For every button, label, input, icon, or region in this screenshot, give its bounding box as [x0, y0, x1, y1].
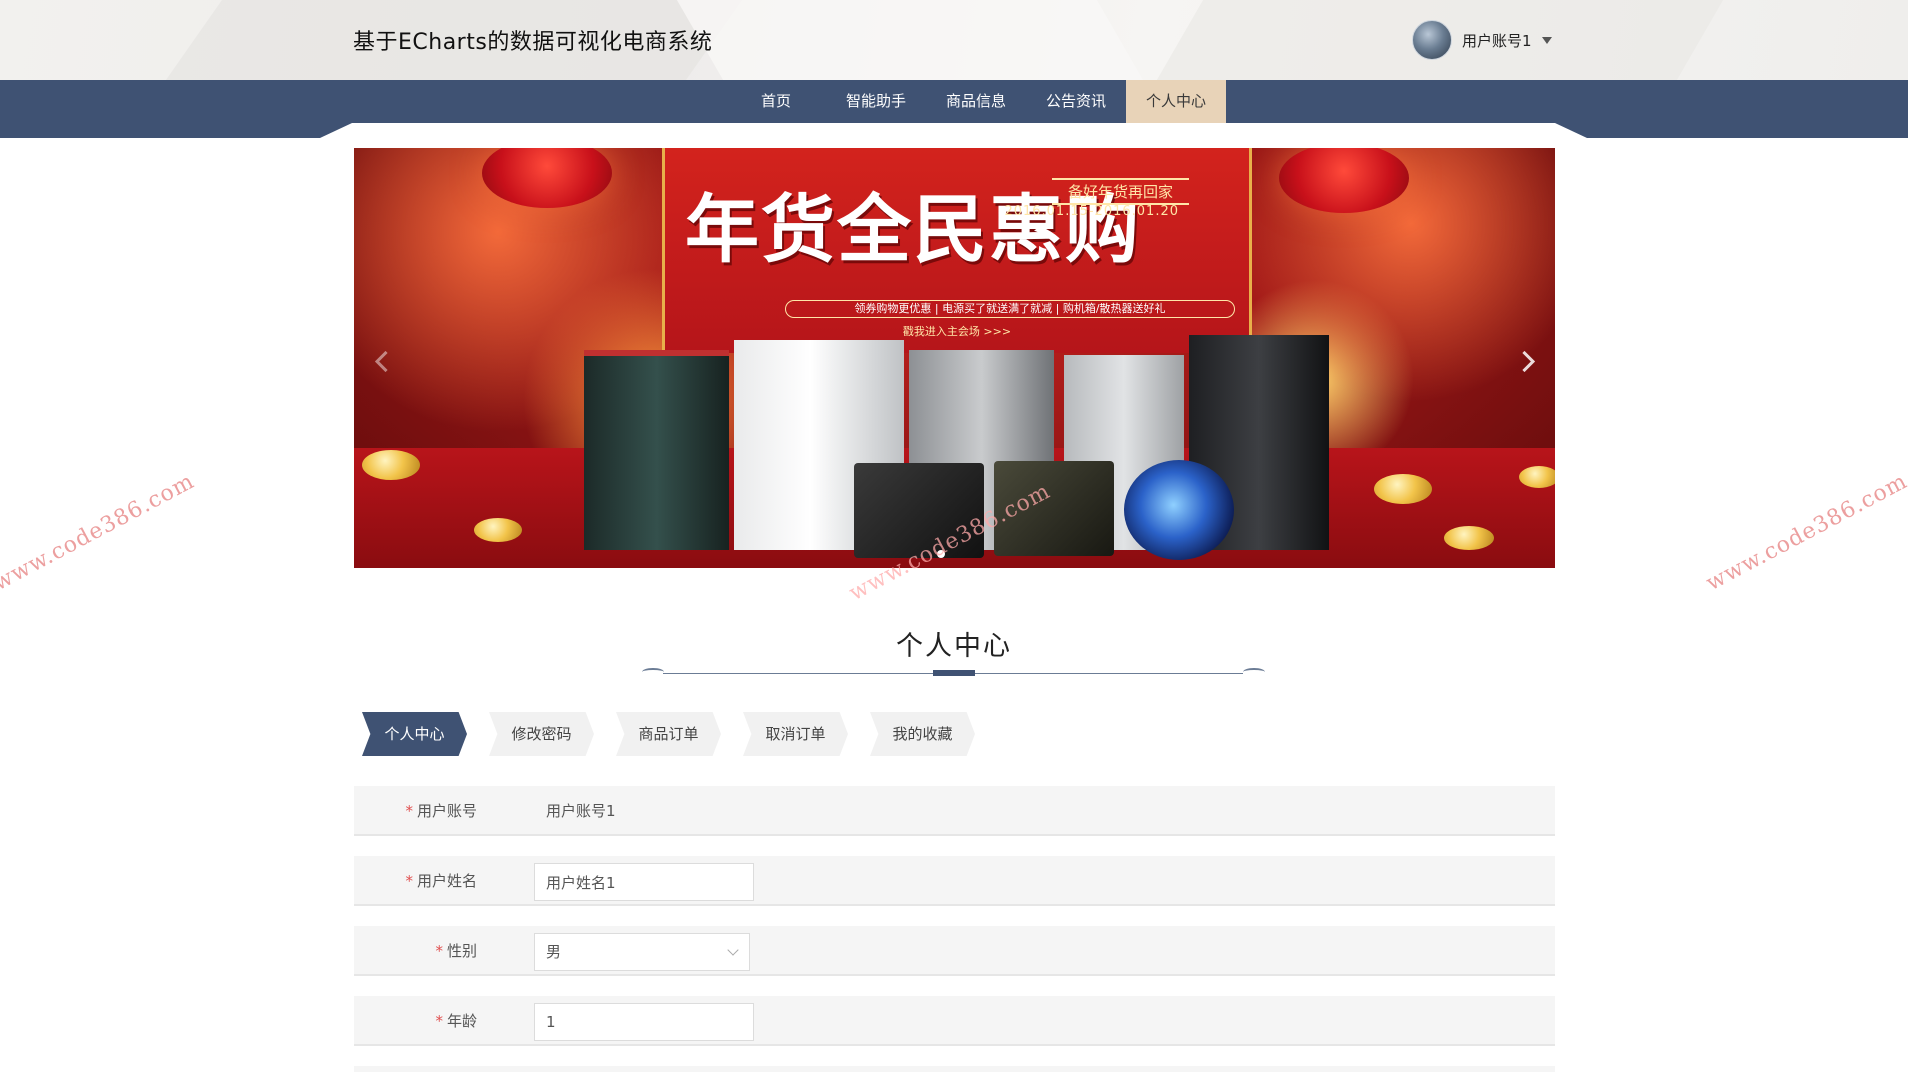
banner-carousel[interactable]: 年货全民惠购 备好年货再回家 2016.01.15-2016.01.20 领券购…: [354, 148, 1555, 568]
nav-item-home[interactable]: 首页: [726, 80, 826, 123]
tab-cancel-orders[interactable]: 取消订单: [743, 712, 848, 756]
form-row-name: * 用户姓名: [354, 856, 1555, 906]
header: 基于ECharts的数据可视化电商系统 用户账号1: [0, 0, 1908, 80]
carousel-prev-arrow-icon[interactable]: [368, 346, 398, 376]
title-divider-ornament: [1243, 668, 1265, 676]
banner-date: 2016.01.15-2016.01.20: [1004, 204, 1179, 219]
title-divider-ornament: [642, 668, 664, 676]
account-value: 用户账号1: [546, 802, 616, 820]
coin-image: [474, 518, 522, 542]
tab-change-password[interactable]: 修改密码: [489, 712, 594, 756]
required-marker: *: [405, 802, 413, 820]
form-row-gender: * 性别 男: [354, 926, 1555, 976]
coin-image: [1519, 466, 1555, 488]
age-label: * 年龄: [435, 996, 477, 1046]
user-name: 用户账号1: [1462, 31, 1532, 50]
user-avatar-icon: [1412, 20, 1452, 60]
form-row-account: * 用户账号 用户账号1: [354, 786, 1555, 836]
coin-image: [1444, 526, 1494, 550]
page: 基于ECharts的数据可视化电商系统 用户账号1 首页 智能助手 商品信息 公…: [0, 0, 1908, 1072]
account-label-text: 用户账号: [416, 802, 477, 820]
required-marker: *: [435, 942, 443, 960]
gender-label: * 性别: [435, 926, 477, 976]
account-label: * 用户账号: [405, 786, 477, 836]
nav-decoration: [320, 123, 352, 138]
chevron-down-icon: [727, 944, 739, 956]
user-menu[interactable]: 用户账号1: [1412, 20, 1552, 60]
required-marker: *: [405, 872, 413, 890]
banner-tag: 备好年货再回家: [1051, 178, 1189, 205]
nav-item-products[interactable]: 商品信息: [926, 80, 1026, 123]
banner-strip: 领券购物更优惠 | 电源买了就送满了就减 | 购机箱/散热器送好礼: [785, 300, 1235, 318]
cpu-cooler-image: [1124, 460, 1234, 560]
nav-decoration: [352, 123, 1555, 138]
nav-item-news[interactable]: 公告资讯: [1026, 80, 1126, 123]
name-input[interactable]: [534, 863, 754, 901]
carousel-next-arrow-icon[interactable]: [1511, 346, 1541, 376]
name-label: * 用户姓名: [405, 856, 477, 906]
name-label-text: 用户姓名: [416, 872, 477, 890]
personal-center-tabs: 个人中心 修改密码 商品订单 取消订单 我的收藏: [362, 712, 975, 756]
pc-case-image: [584, 350, 729, 550]
header-decoration: [642, 0, 1178, 80]
watermark: www.code386.com: [1702, 468, 1908, 597]
form-row-next: [354, 1066, 1555, 1072]
banner-sub: 戳我进入主会场 >>>: [902, 325, 1012, 338]
tab-my-favorites[interactable]: 我的收藏: [870, 712, 975, 756]
tab-product-orders[interactable]: 商品订单: [616, 712, 721, 756]
age-label-text: 年龄: [446, 1012, 477, 1030]
tab-personal-center[interactable]: 个人中心: [362, 712, 467, 756]
site-title: 基于ECharts的数据可视化电商系统: [353, 30, 713, 55]
coin-image: [1374, 474, 1432, 504]
age-input[interactable]: [534, 1003, 754, 1041]
form-row-age: * 年龄: [354, 996, 1555, 1046]
nav-decoration: [1555, 123, 1587, 138]
gender-selected-value: 男: [546, 943, 562, 961]
title-divider-accent: [933, 670, 975, 676]
gender-select[interactable]: 男: [534, 933, 750, 971]
nav-item-personal-center[interactable]: 个人中心: [1126, 80, 1227, 123]
section-title: 个人中心: [896, 631, 1012, 662]
banner-poster: 年货全民惠购 备好年货再回家 2016.01.15-2016.01.20 领券购…: [662, 148, 1252, 353]
required-marker: *: [435, 1012, 443, 1030]
nav-item-assistant[interactable]: 智能助手: [826, 80, 926, 123]
gender-label-text: 性别: [446, 942, 477, 960]
main-nav: 首页 智能助手 商品信息 公告资讯 个人中心: [0, 80, 1908, 123]
watermark: www.code386.com: [0, 468, 199, 597]
coin-image: [362, 450, 420, 480]
caret-down-icon: [1541, 36, 1552, 44]
